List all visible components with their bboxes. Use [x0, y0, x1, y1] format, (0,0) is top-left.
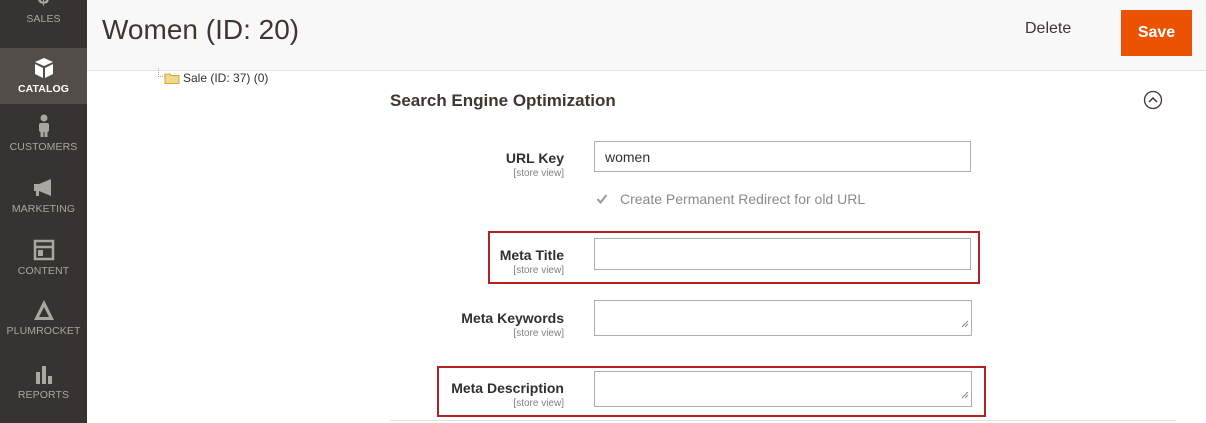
sidebar-item-label: CONTENT — [17, 265, 70, 277]
sidebar-item-catalog[interactable]: CATALOG — [0, 48, 87, 104]
meta-description-label: Meta Description — [451, 380, 564, 396]
meta-title-scope: [store view] — [513, 265, 564, 276]
meta-description-scope: [store view] — [513, 398, 564, 409]
meta-keywords-textarea[interactable] — [594, 300, 972, 336]
meta-keywords-label: Meta Keywords — [461, 310, 564, 326]
sidebar-item-content[interactable]: CONTENT — [0, 238, 87, 294]
sidebar-item-label: CUSTOMERS — [9, 141, 78, 153]
plumrocket-icon — [0, 298, 87, 322]
folder-icon — [164, 71, 180, 89]
tree-item-sale[interactable]: Sale (ID: 37) (0) — [183, 71, 268, 85]
layout-icon — [0, 238, 87, 262]
redirect-checkbox-label[interactable]: Create Permanent Redirect for old URL — [620, 191, 865, 207]
meta-description-textarea[interactable] — [594, 371, 972, 407]
meta-keywords-scope: [store view] — [513, 328, 564, 339]
sidebar-item-marketing[interactable]: MARKETING — [0, 176, 87, 232]
meta-title-input[interactable] — [594, 238, 971, 270]
admin-sidebar: $ SALES CATALOG CUSTOMERS MARKETING CONT… — [0, 0, 87, 423]
sidebar-item-label: REPORTS — [17, 389, 70, 401]
bar-chart-icon — [0, 362, 87, 386]
meta-title-label: Meta Title — [499, 247, 564, 263]
resize-handle-icon[interactable] — [961, 386, 969, 404]
sidebar-item-label: CATALOG — [17, 83, 70, 95]
sidebar-item-label: PLUMROCKET — [6, 325, 81, 337]
redirect-checkbox[interactable] — [596, 192, 608, 205]
sidebar-item-sales[interactable]: $ SALES — [0, 0, 87, 34]
sidebar-item-plumrocket[interactable]: PLUMROCKET — [0, 298, 87, 354]
sidebar-item-reports[interactable]: REPORTS — [0, 362, 87, 418]
person-icon — [0, 114, 87, 138]
page-title: Women (ID: 20) — [102, 14, 300, 45]
sidebar-item-customers[interactable]: CUSTOMERS — [0, 114, 87, 170]
collapse-chevron-up-icon[interactable] — [1143, 90, 1163, 110]
url-key-label: URL Key — [505, 150, 564, 166]
url-key-input[interactable] — [594, 141, 971, 172]
megaphone-icon — [0, 176, 87, 200]
page-header: Women (ID: 20) Delete Save — [87, 0, 1206, 71]
delete-button[interactable]: Delete — [1025, 20, 1071, 38]
dollar-icon: $ — [0, 0, 87, 10]
save-button[interactable]: Save — [1121, 10, 1192, 56]
sidebar-item-label: MARKETING — [11, 203, 76, 215]
section-divider — [390, 420, 1176, 421]
sidebar-item-label: SALES — [26, 13, 61, 25]
cube-icon — [0, 56, 87, 80]
section-title-seo[interactable]: Search Engine Optimization — [390, 91, 616, 111]
resize-handle-icon[interactable] — [961, 315, 969, 333]
url-key-scope: [store view] — [513, 168, 564, 179]
